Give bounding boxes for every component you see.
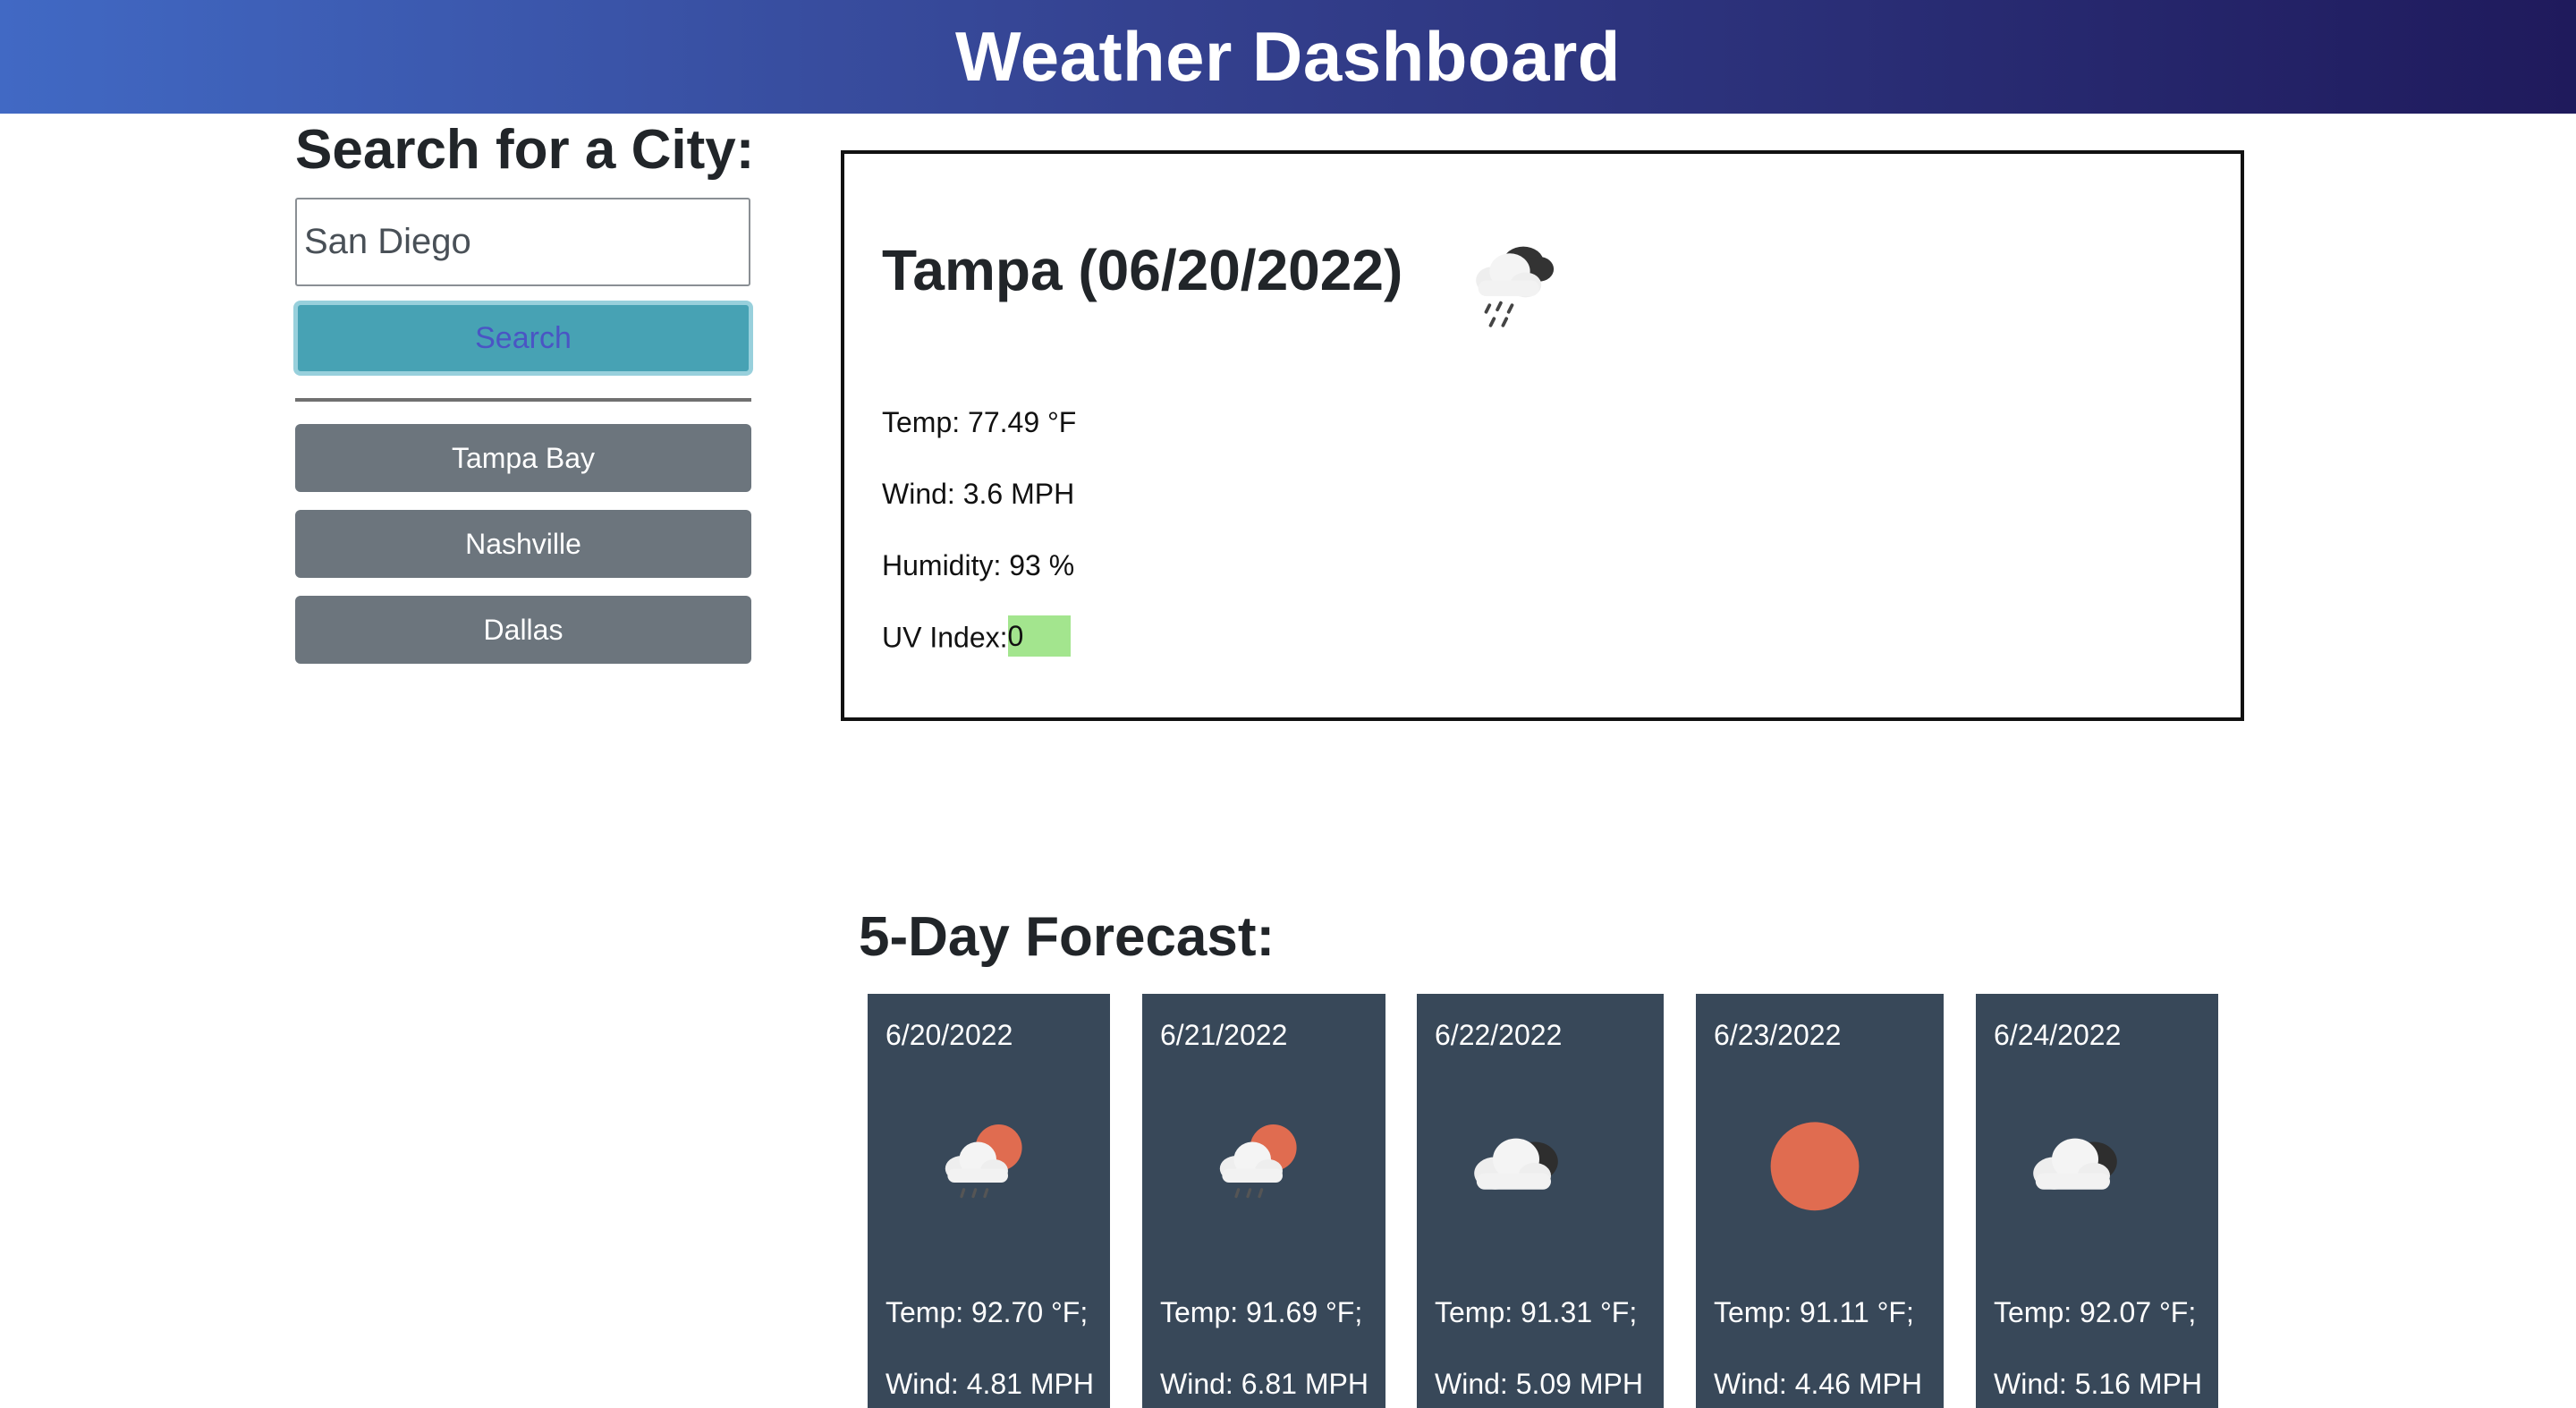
current-uv-row: UV Index:0 [882,615,1071,660]
forecast-temp: Temp: 92.70 °F; [886,1296,1089,1328]
sun-icon [1770,1122,1860,1211]
forecast-temp: Temp: 92.07 °F; [1994,1296,2197,1328]
forecast-date: 6/24/2022 [1994,1019,2122,1051]
history-item-tampa-bay[interactable]: Tampa Bay [295,424,751,492]
forecast-wind: Wind: 5.09 MPH [1435,1368,1643,1400]
forecast-card: 6/24/2022 Temp: 92.07 °F; Wind: 5.16 MPH [1976,994,2218,1408]
forecast-card: 6/21/2022 Temp: 91.69 °F; Wind: 6.81 MPH [1142,994,1385,1408]
current-city-title: Tampa (06/20/2022) [882,238,1403,302]
forecast-heading: 5-Day Forecast: [859,906,1275,968]
forecast-card: 6/23/2022 Temp: 91.11 °F; Wind: 4.46 MPH [1696,994,1944,1408]
uv-index-badge: 0 [1007,615,1071,657]
history-item-dallas[interactable]: Dallas [295,596,751,664]
cloudy-icon [1474,1138,1558,1190]
sidebar-divider [295,398,751,402]
forecast-wind: Wind: 5.16 MPH [1994,1368,2202,1400]
forecast-card: 6/22/2022 Temp: 91.31 °F; Wind: 5.09 MPH [1417,994,1664,1408]
rain-cloud-icon [1476,246,1555,327]
forecast-date: 6/23/2022 [1714,1019,1842,1051]
forecast-date: 6/20/2022 [886,1019,1013,1051]
forecast-temp: Temp: 91.69 °F; [1160,1296,1363,1328]
forecast-wind: Wind: 6.81 MPH [1160,1368,1368,1400]
sun-cloud-rain-icon [945,1124,1022,1199]
forecast-date: 6/21/2022 [1160,1019,1288,1051]
search-button[interactable]: Search [293,301,753,376]
app-header: Weather Dashboard [0,0,2576,114]
history-item-nashville[interactable]: Nashville [295,510,751,578]
search-heading: Search for a City: [295,119,755,181]
forecast-wind: Wind: 4.46 MPH [1714,1368,1922,1400]
forecast-temp: Temp: 91.11 °F; [1714,1296,1914,1328]
city-search-input[interactable] [295,198,750,286]
uv-label: UV Index: [882,621,1008,654]
forecast-date: 6/22/2022 [1435,1019,1563,1051]
forecast-temp: Temp: 91.31 °F; [1435,1296,1638,1328]
page-title: Weather Dashboard [955,17,1621,96]
current-temp: Temp: 77.49 °F [882,406,1077,438]
forecast-card: 6/20/2022 Temp: 92.70 °F; Wind: 4.81 MPH [868,994,1110,1408]
forecast-wind: Wind: 4.81 MPH [886,1368,1094,1400]
current-wind: Wind: 3.6 MPH [882,478,1075,510]
cloudy-icon [2033,1138,2117,1190]
current-humidity: Humidity: 93 % [882,549,1075,581]
current-weather-card: Tampa (06/20/2022) Temp: 77.49 °F Wind: … [841,150,2244,721]
sun-cloud-rain-icon [1219,1124,1297,1199]
